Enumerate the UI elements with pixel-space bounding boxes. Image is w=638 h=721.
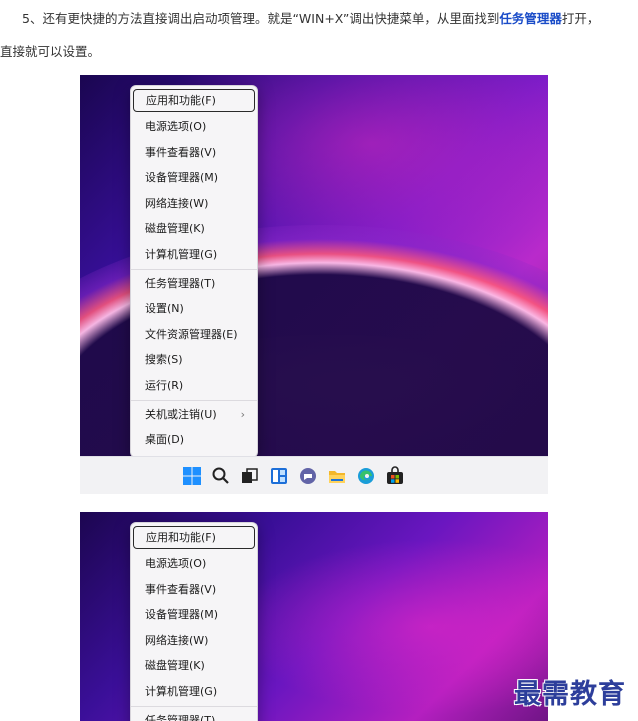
file-explorer-icon[interactable] [326, 463, 348, 489]
menu-item-disk-management[interactable]: 磁盘管理(K) [133, 216, 255, 242]
article-line-2: 直接就可以设置。 [0, 44, 101, 59]
menu-item-computer-management[interactable]: 计算机管理(G) [133, 679, 255, 705]
menu-item-file-explorer[interactable]: 文件资源管理器(E) [133, 322, 255, 348]
menu-item-computer-management[interactable]: 计算机管理(G) [133, 242, 255, 268]
menu-divider [131, 705, 257, 707]
menu-divider [131, 268, 257, 270]
taskbar [80, 456, 548, 494]
menu-item-power-options[interactable]: 电源选项(O) [133, 551, 255, 577]
screenshot-2: 应用和功能(F) 电源选项(O) 事件查看器(V) 设备管理器(M) 网络连接(… [80, 512, 548, 721]
search-icon[interactable] [210, 463, 232, 489]
menu-item-device-manager[interactable]: 设备管理器(M) [133, 602, 255, 628]
winx-context-menu: 应用和功能(F) 电源选项(O) 事件查看器(V) 设备管理器(M) 网络连接(… [130, 522, 258, 721]
windows-start-icon[interactable] [181, 463, 203, 489]
menu-item-run[interactable]: 运行(R) [133, 373, 255, 399]
menu-item-power-options[interactable]: 电源选项(O) [133, 114, 255, 140]
article-text-suffix: 打开， [561, 11, 600, 26]
menu-item-apps-features[interactable]: 应用和功能(F) [133, 526, 255, 549]
menu-item-search[interactable]: 搜索(S) [133, 347, 255, 373]
menu-item-network-connections[interactable]: 网络连接(W) [133, 628, 255, 654]
menu-item-event-viewer[interactable]: 事件查看器(V) [133, 140, 255, 166]
article-text: 5、还有更快捷的方法直接调出启动项管理。就是“WIN+X”调出快捷菜单，从里面找… [22, 11, 500, 26]
menu-item-disk-management[interactable]: 磁盘管理(K) [133, 653, 255, 679]
menu-item-settings[interactable]: 设置(N) [133, 296, 255, 322]
task-manager-link[interactable]: 任务管理器 [499, 11, 562, 26]
widgets-icon[interactable] [268, 463, 290, 489]
task-view-icon[interactable] [239, 463, 261, 489]
store-icon[interactable] [384, 463, 406, 489]
menu-item-device-manager[interactable]: 设备管理器(M) [133, 165, 255, 191]
edge-browser-icon[interactable] [355, 463, 377, 489]
menu-item-desktop[interactable]: 桌面(D) [133, 427, 255, 453]
menu-item-label: 关机或注销(U) [145, 407, 217, 421]
winx-context-menu: 应用和功能(F) 电源选项(O) 事件查看器(V) 设备管理器(M) 网络连接(… [130, 85, 258, 458]
watermark-logo: 最需教育 [514, 679, 626, 710]
menu-item-task-manager[interactable]: 任务管理器(T) [133, 271, 255, 297]
menu-item-shutdown-signout[interactable]: 关机或注销(U) › [133, 402, 255, 428]
article-line-1: 5、还有更快捷的方法直接调出启动项管理。就是“WIN+X”调出快捷菜单，从里面找… [22, 10, 599, 28]
teams-chat-icon[interactable] [297, 463, 319, 489]
menu-item-network-connections[interactable]: 网络连接(W) [133, 191, 255, 217]
menu-item-task-manager[interactable]: 任务管理器(T) [133, 708, 255, 721]
menu-item-event-viewer[interactable]: 事件查看器(V) [133, 577, 255, 603]
chevron-right-icon: › [240, 407, 245, 421]
menu-item-apps-features[interactable]: 应用和功能(F) [133, 89, 255, 112]
screenshot-1: 应用和功能(F) 电源选项(O) 事件查看器(V) 设备管理器(M) 网络连接(… [80, 75, 548, 494]
menu-divider [131, 399, 257, 401]
